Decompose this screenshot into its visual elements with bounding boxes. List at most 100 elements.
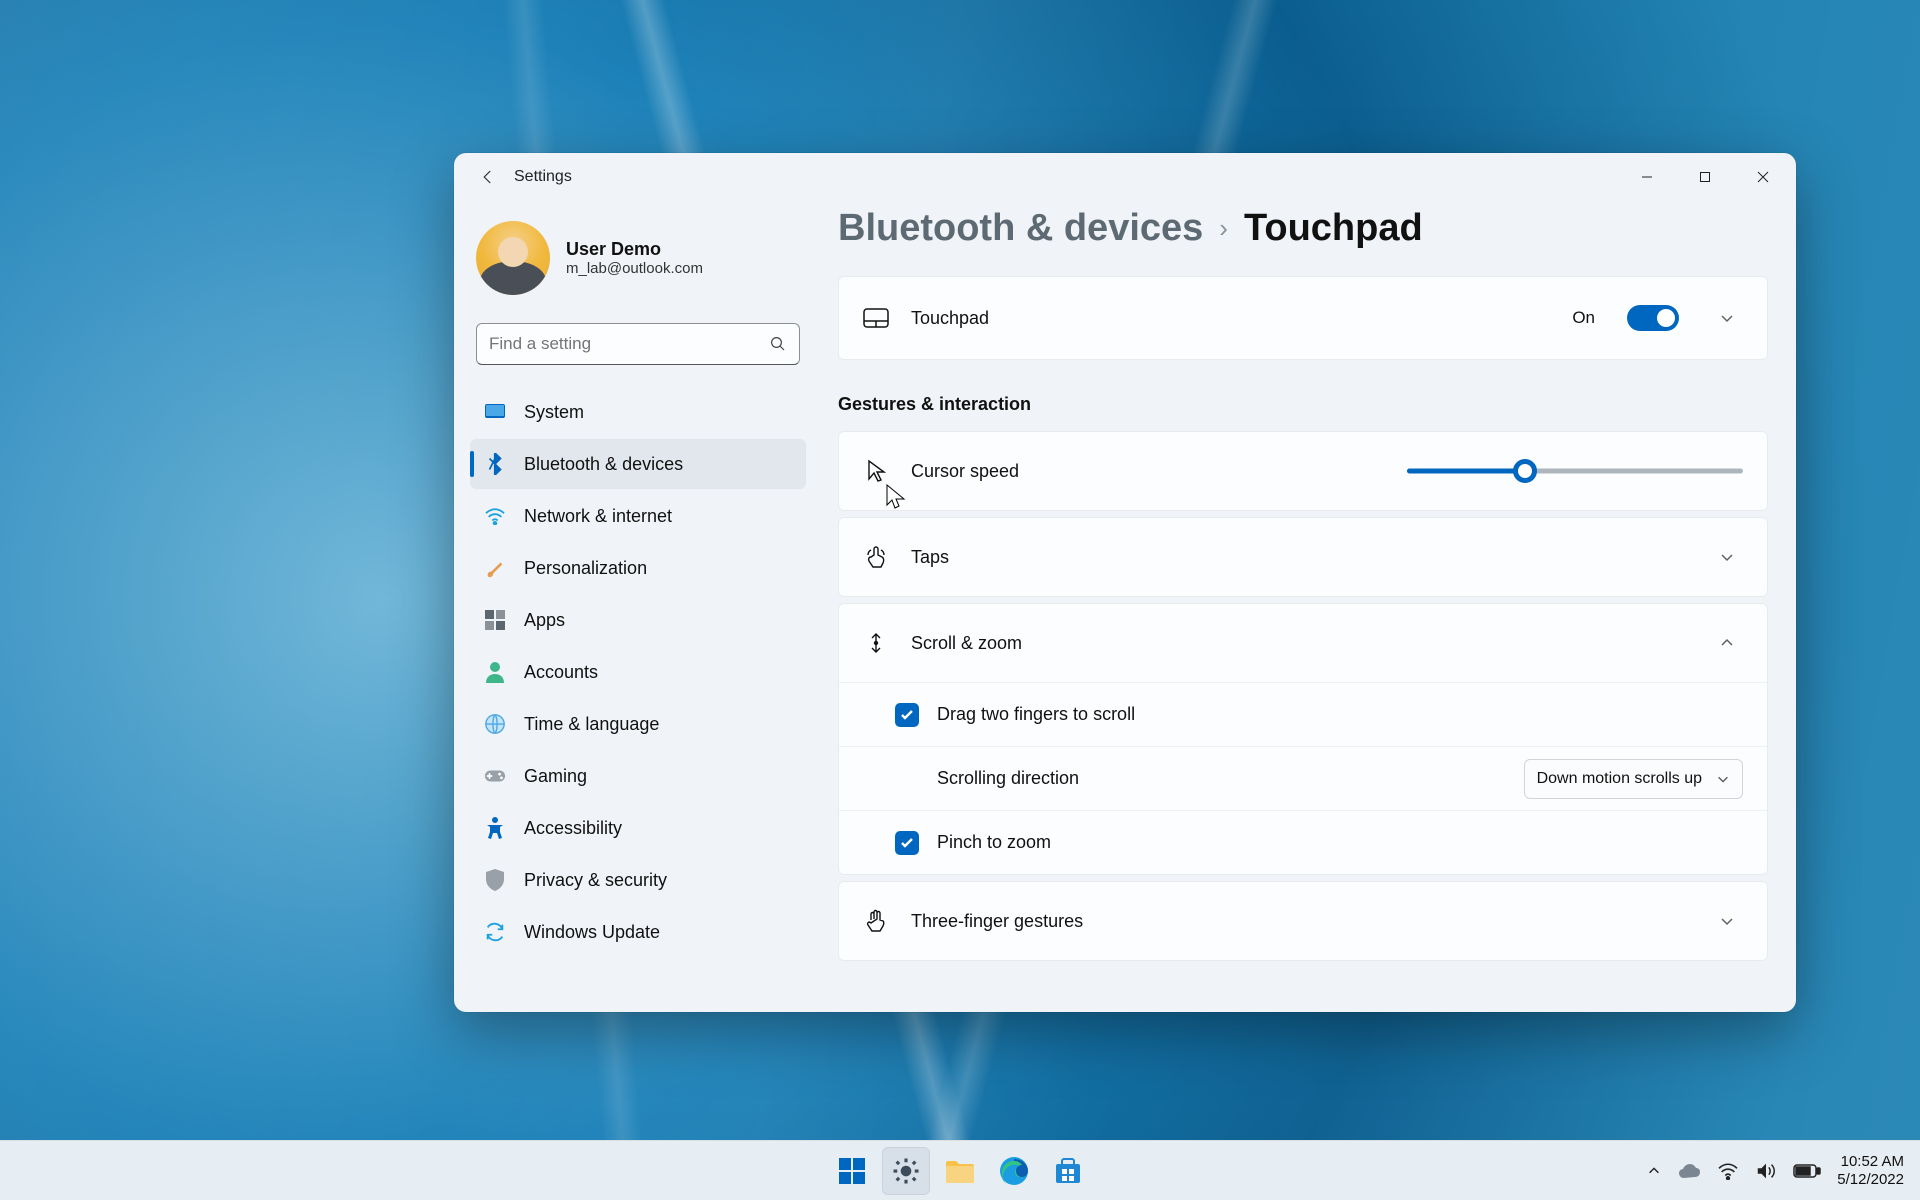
scrolling-direction-value: Down motion scrolls up	[1537, 770, 1702, 788]
sidebar-item-apps[interactable]: Apps	[470, 595, 806, 645]
cursor-speed-slider[interactable]	[1407, 458, 1743, 484]
taskbar: 10:52 AM 5/12/2022	[0, 1140, 1920, 1200]
touchpad-card[interactable]: Touchpad On	[838, 276, 1768, 360]
store-icon	[1053, 1156, 1083, 1186]
system-icon	[484, 401, 506, 423]
sidebar-item-label: Gaming	[524, 766, 587, 787]
wifi-icon[interactable]	[1717, 1162, 1739, 1180]
search-icon	[769, 335, 787, 353]
taps-card[interactable]: Taps	[838, 517, 1768, 597]
sidebar-item-label: Windows Update	[524, 922, 660, 943]
chevron-down-icon[interactable]	[1711, 549, 1743, 565]
globe-icon	[484, 713, 506, 735]
pinch-to-zoom-label: Pinch to zoom	[937, 832, 1051, 853]
chevron-up-icon[interactable]	[1711, 635, 1743, 651]
pinch-to-zoom-row[interactable]: Pinch to zoom	[839, 810, 1767, 874]
toggle-state-label: On	[1572, 308, 1595, 328]
three-finger-card[interactable]: Three-finger gestures	[838, 881, 1768, 961]
chevron-down-icon[interactable]	[1711, 310, 1743, 326]
page-title: Touchpad	[1244, 207, 1423, 250]
onedrive-icon[interactable]	[1677, 1163, 1701, 1179]
taskbar-store[interactable]	[1044, 1147, 1092, 1195]
avatar	[476, 221, 550, 295]
maximize-button[interactable]	[1676, 157, 1734, 197]
sidebar-item-network[interactable]: Network & internet	[470, 491, 806, 541]
pinch-to-zoom-checkbox[interactable]	[895, 831, 919, 855]
scroll-zoom-label: Scroll & zoom	[911, 633, 1022, 654]
taskbar-explorer[interactable]	[936, 1147, 984, 1195]
folder-icon	[944, 1157, 976, 1185]
volume-icon[interactable]	[1755, 1161, 1777, 1181]
touchpad-toggle[interactable]	[1627, 305, 1679, 331]
chevron-up-icon[interactable]	[1647, 1164, 1661, 1178]
chevron-down-icon[interactable]	[1711, 913, 1743, 929]
start-button[interactable]	[828, 1147, 876, 1195]
sidebar: User Demo m_lab@outlook.com System Bluet…	[454, 201, 816, 1012]
settings-window: Settings User Demo m_lab@outlook.com	[454, 153, 1796, 1012]
sidebar-item-accounts[interactable]: Accounts	[470, 647, 806, 697]
close-icon	[1757, 171, 1769, 183]
profile-name: User Demo	[566, 239, 703, 260]
minimize-icon	[1641, 171, 1653, 183]
sidebar-item-privacy[interactable]: Privacy & security	[470, 855, 806, 905]
clock-date: 5/12/2022	[1837, 1171, 1904, 1189]
scroll-icon	[863, 630, 889, 656]
taskbar-center	[828, 1147, 1092, 1195]
profile-block[interactable]: User Demo m_lab@outlook.com	[470, 213, 806, 303]
sidebar-item-system[interactable]: System	[470, 387, 806, 437]
cursor-icon	[863, 459, 889, 483]
sidebar-item-label: Network & internet	[524, 506, 672, 527]
sidebar-item-label: Time & language	[524, 714, 659, 735]
search-field[interactable]	[489, 334, 769, 354]
close-button[interactable]	[1734, 157, 1792, 197]
sidebar-item-label: Privacy & security	[524, 870, 667, 891]
scrolling-direction-select[interactable]: Down motion scrolls up	[1524, 759, 1743, 799]
update-icon	[484, 921, 506, 943]
chevron-down-icon	[1716, 772, 1730, 786]
sidebar-item-bluetooth-devices[interactable]: Bluetooth & devices	[470, 439, 806, 489]
sidebar-item-label: Accounts	[524, 662, 598, 683]
nav: System Bluetooth & devices Network & int…	[470, 387, 806, 957]
scroll-zoom-card: Scroll & zoom Drag two fingers to scroll	[838, 603, 1768, 875]
sidebar-item-time-language[interactable]: Time & language	[470, 699, 806, 749]
drag-two-fingers-row[interactable]: Drag two fingers to scroll	[839, 682, 1767, 746]
slider-thumb[interactable]	[1513, 459, 1537, 483]
sidebar-item-label: Accessibility	[524, 818, 622, 839]
profile-email: m_lab@outlook.com	[566, 260, 703, 277]
apps-icon	[484, 609, 506, 631]
sidebar-item-gaming[interactable]: Gaming	[470, 751, 806, 801]
cursor-speed-label: Cursor speed	[911, 461, 1019, 482]
sidebar-item-label: Bluetooth & devices	[524, 454, 683, 475]
battery-icon[interactable]	[1793, 1163, 1821, 1179]
shield-icon	[484, 869, 506, 891]
scrolling-direction-label: Scrolling direction	[937, 768, 1079, 789]
person-icon	[484, 661, 506, 683]
edge-icon	[998, 1155, 1030, 1187]
maximize-icon	[1699, 171, 1711, 183]
scroll-zoom-header[interactable]: Scroll & zoom	[839, 604, 1767, 682]
accessibility-icon	[484, 817, 506, 839]
search-input[interactable]	[476, 323, 800, 365]
sidebar-item-accessibility[interactable]: Accessibility	[470, 803, 806, 853]
three-finger-label: Three-finger gestures	[911, 911, 1083, 932]
main-content: Bluetooth & devices › Touchpad Touchpad …	[816, 201, 1796, 1012]
scrolling-direction-row: Scrolling direction Down motion scrolls …	[839, 746, 1767, 810]
chevron-right-icon: ›	[1219, 213, 1228, 244]
sidebar-item-label: Apps	[524, 610, 565, 631]
sidebar-item-personalization[interactable]: Personalization	[470, 543, 806, 593]
taskbar-edge[interactable]	[990, 1147, 1038, 1195]
breadcrumb-parent[interactable]: Bluetooth & devices	[838, 207, 1203, 250]
brush-icon	[484, 557, 506, 579]
back-button[interactable]	[468, 157, 508, 197]
sidebar-item-windows-update[interactable]: Windows Update	[470, 907, 806, 957]
taskbar-clock[interactable]: 10:52 AM 5/12/2022	[1837, 1153, 1904, 1189]
taskbar-settings[interactable]	[882, 1147, 930, 1195]
taps-label: Taps	[911, 547, 949, 568]
breadcrumb: Bluetooth & devices › Touchpad	[838, 207, 1768, 250]
minimize-button[interactable]	[1618, 157, 1676, 197]
cursor-speed-card: Cursor speed	[838, 431, 1768, 511]
drag-two-fingers-checkbox[interactable]	[895, 703, 919, 727]
system-tray[interactable]	[1647, 1161, 1821, 1181]
gestures-heading: Gestures & interaction	[838, 394, 1768, 415]
bluetooth-icon	[484, 453, 506, 475]
